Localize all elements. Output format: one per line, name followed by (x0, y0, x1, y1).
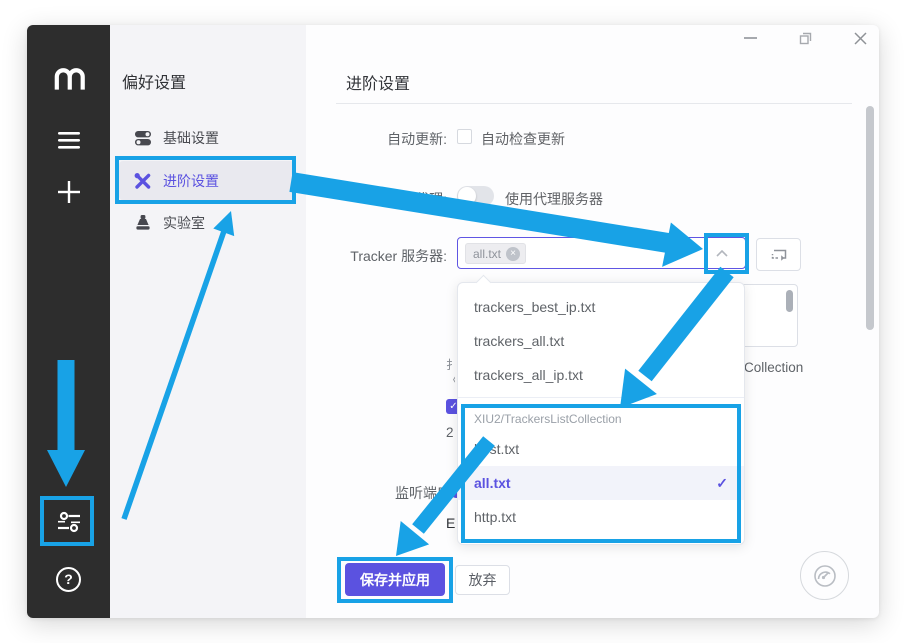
add-task-icon[interactable] (27, 180, 110, 204)
sync-icon (770, 247, 788, 262)
motrix-logo (27, 64, 110, 94)
engine-status-button[interactable] (800, 551, 849, 600)
dropdown-option[interactable]: trackers_all_ip.txt (458, 358, 744, 392)
text-fragment: E (446, 515, 455, 531)
help-icon[interactable]: ? (27, 565, 110, 593)
sync-interval-fragment: 2 (446, 425, 454, 440)
hint-text-fragment: 扌 (446, 356, 455, 370)
basic-settings-icon (134, 129, 152, 147)
tag-close-icon[interactable]: × (506, 247, 520, 261)
auto-check-update-checkbox-label[interactable]: 自动检查更新 (481, 129, 565, 149)
help-glyph: ? (64, 571, 73, 587)
title-divider (336, 103, 852, 104)
speedometer-icon (810, 561, 840, 591)
lab-icon (134, 214, 152, 232)
menu-item-label: 基础设置 (163, 128, 219, 148)
preferences-menu-panel (110, 25, 306, 618)
chevron-up-icon[interactable] (716, 250, 728, 257)
window-controls (740, 28, 870, 48)
page-title: 进阶设置 (346, 70, 410, 94)
screenshot-stage: ? 偏好设置 基础设置 进阶设置 实验室 (0, 0, 906, 643)
menu-item-label: 实验室 (163, 213, 205, 233)
tracker-server-label: Tracker 服务器: (336, 246, 447, 266)
auto-check-update-checkbox[interactable] (457, 129, 472, 144)
proxy-label: 代理: (347, 189, 447, 209)
check-icon: ✓ (716, 466, 728, 500)
menu-item-advanced-settings[interactable]: 进阶设置 (134, 171, 219, 191)
window-scrollbar-thumb[interactable] (866, 106, 874, 330)
close-icon[interactable] (850, 28, 870, 48)
listen-port-label: 监听端口 (381, 483, 451, 503)
motrix-logo-icon (53, 66, 85, 92)
tracker-dropdown: trackers_best_ip.txt trackers_all.txt tr… (457, 282, 745, 545)
save-and-apply-button[interactable]: 保存并应用 (345, 563, 445, 596)
dropdown-option-selected[interactable]: all.txt ✓ (458, 466, 744, 500)
dropdown-group-label: XIU2/TrackersListCollection (458, 402, 744, 432)
menu-item-lab[interactable]: 实验室 (134, 213, 205, 233)
menu-item-label: 进阶设置 (163, 171, 219, 191)
textarea-scrollbar-thumb[interactable] (786, 290, 793, 312)
tracker-tag: all.txt × (465, 243, 526, 264)
minimize-icon[interactable] (740, 28, 760, 48)
task-list-icon[interactable] (27, 129, 110, 151)
dropdown-option[interactable]: http.txt (458, 500, 744, 534)
preferences-title: 偏好设置 (122, 69, 186, 93)
tracker-tag-label: all.txt (473, 247, 501, 261)
proxy-toggle[interactable] (457, 186, 494, 206)
proxy-toggle-label: 使用代理服务器 (505, 189, 603, 209)
auto-update-label: 自动更新: (347, 129, 447, 149)
menu-item-basic-settings[interactable]: 基础设置 (134, 128, 219, 148)
dropdown-option[interactable]: trackers_all.txt (458, 324, 744, 358)
advanced-settings-icon (134, 172, 152, 190)
discard-button[interactable]: 放弃 (455, 565, 510, 595)
dropdown-option[interactable]: trackers_best_ip.txt (458, 290, 744, 324)
preferences-sliders-icon[interactable] (27, 508, 110, 536)
dropdown-option[interactable]: best.txt (458, 432, 744, 466)
maximize-icon[interactable] (795, 28, 815, 48)
hint-text-fragment: 〈 (446, 371, 455, 385)
dropdown-divider (458, 397, 744, 398)
hint-link-fragment-collection[interactable]: Collection (744, 360, 803, 375)
sync-trackers-button[interactable] (756, 238, 801, 271)
